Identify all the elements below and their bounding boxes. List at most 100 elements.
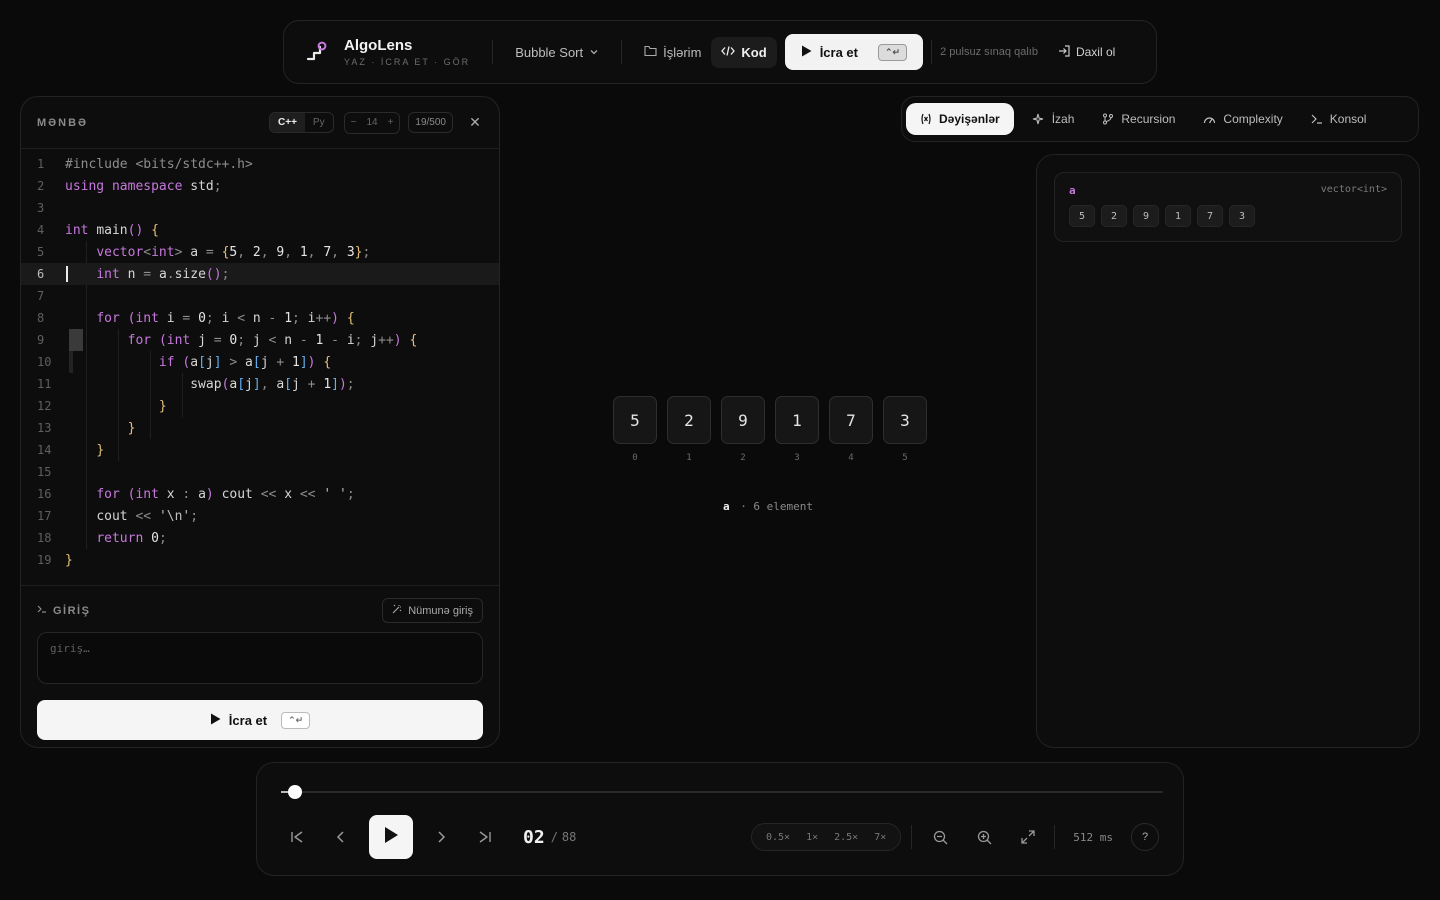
tab-label: Complexity	[1223, 112, 1283, 126]
text-cursor	[66, 266, 68, 282]
variable-card: a vector<int> 529173	[1054, 172, 1402, 242]
fullscreen-icon[interactable]	[1012, 821, 1044, 853]
array-cell: 21	[665, 396, 713, 463]
code-line[interactable]: 8 for (int i = 0; i < n - 1; i++) {	[21, 307, 499, 329]
array-cell: 74	[827, 396, 875, 463]
code-line[interactable]: 2 using namespace std;	[21, 175, 499, 197]
top-bar: AlgoLens YAZ · İCRA ET · GÖR Bubble Sort…	[283, 20, 1157, 84]
divider	[931, 40, 933, 64]
code-line[interactable]: 12 }	[21, 395, 499, 417]
help-button[interactable]: ?	[1131, 823, 1159, 851]
my-works-button[interactable]: İşlərim	[634, 37, 711, 68]
code-text: cout << '\n';	[96, 508, 199, 524]
gauge-icon	[1203, 113, 1216, 125]
zoom-out-icon[interactable]	[924, 821, 956, 853]
code-text: for (int x : a) cout << x << ' ';	[96, 486, 355, 502]
code-line[interactable]: 4 int main() {	[21, 219, 499, 241]
line-number: 19	[37, 553, 52, 567]
code-text: for (int i = 0; i < n - 1; i++) {	[96, 310, 355, 326]
terminal-icon	[1311, 113, 1323, 125]
play-icon	[383, 826, 399, 849]
line-number: 16	[37, 487, 52, 501]
tab-explain[interactable]: İzah	[1018, 103, 1089, 135]
code-line[interactable]: 16 for (int x : a) cout << x << ' ';	[21, 483, 499, 505]
code-line[interactable]: 11 swap(a[j], a[j + 1]);	[21, 373, 499, 395]
algorithm-select-label: Bubble Sort	[515, 44, 584, 60]
line-number: 1	[37, 157, 45, 171]
tab-variables[interactable]: Dəyişənlər	[906, 103, 1014, 135]
sample-input-button[interactable]: Nümunə giriş	[382, 598, 483, 623]
minus-icon[interactable]: −	[351, 117, 357, 128]
timeline-slider[interactable]	[281, 785, 1163, 799]
code-line[interactable]: 18 return 0;	[21, 527, 499, 549]
code-line[interactable]: 19}	[21, 549, 499, 571]
speed-option[interactable]: 1×	[798, 832, 826, 843]
run-button[interactable]: İcra et ⌃↵	[784, 34, 924, 70]
code-text: int main() {	[65, 222, 159, 238]
font-size-value: 14	[366, 117, 378, 128]
code-line[interactable]: 7	[21, 285, 499, 307]
speed-option[interactable]: 0.5×	[758, 832, 798, 843]
code-line[interactable]: 13 }	[21, 417, 499, 439]
array-visualization: 502192137435	[611, 396, 929, 463]
speed-option[interactable]: 7×	[866, 832, 894, 843]
run-large-label: İcra et	[228, 712, 268, 728]
line-number: 9	[37, 333, 45, 347]
array-cell: 50	[611, 396, 659, 463]
plus-icon[interactable]: +	[388, 117, 394, 128]
input-title-label: GİRİŞ	[53, 604, 91, 617]
speed-option[interactable]: 2.5×	[826, 832, 866, 843]
array-cell-index: 0	[632, 453, 638, 463]
code-area[interactable]: 1 #include <bits/stdc++.h> 2 using namespac…	[21, 153, 499, 585]
source-editor-panel: MƏNBƏ C++ Py − 14 + 19/500 ✕ 1 #include <…	[20, 96, 500, 748]
code-line[interactable]: 3	[21, 197, 499, 219]
array-cell-index: 1	[686, 453, 692, 463]
terminal-icon	[37, 604, 47, 617]
code-line[interactable]: 14 }	[21, 439, 499, 461]
login-button[interactable]: Daxil ol	[1058, 44, 1115, 60]
skip-end-icon[interactable]	[469, 821, 501, 853]
step-forward-icon[interactable]	[425, 821, 457, 853]
run-button-large[interactable]: İcra et ⌃↵	[37, 700, 483, 740]
code-line[interactable]: 6 int n = a.size();	[21, 263, 499, 285]
close-icon[interactable]: ✕	[467, 114, 483, 131]
algorithm-select[interactable]: Bubble Sort	[505, 37, 609, 68]
play-button[interactable]	[369, 815, 413, 859]
folder-icon	[644, 45, 657, 60]
divider	[621, 40, 623, 64]
code-line[interactable]: 15	[21, 461, 499, 483]
code-text: for (int j = 0; j < n - 1 - i; j++) {	[127, 332, 418, 348]
variable-name: a	[1069, 184, 1076, 197]
array-cell-index: 3	[794, 453, 800, 463]
array-cell-value: 2	[667, 396, 711, 444]
tab-recursion[interactable]: Recursion	[1088, 103, 1189, 135]
code-text: }	[65, 552, 73, 568]
line-number: 6	[37, 267, 45, 281]
array-cell-index: 5	[902, 453, 908, 463]
code-tab-label: Kod	[741, 44, 767, 60]
code-tab[interactable]: Kod	[711, 36, 777, 68]
line-number: 7	[37, 289, 45, 303]
line-number: 15	[37, 465, 52, 479]
zoom-in-icon[interactable]	[968, 821, 1000, 853]
trial-counter: 2 pulsuz sınaq qalıb	[940, 46, 1038, 58]
code-line[interactable]: 5 vector<int> a = {5, 2, 9, 1, 7, 3};	[21, 241, 499, 263]
lang-python-button[interactable]: Py	[305, 113, 333, 132]
step-delay: 512 ms	[1073, 830, 1113, 844]
code-line[interactable]: 9 for (int j = 0; j < n - 1 - i; j++) {	[21, 329, 499, 351]
brand-tagline: YAZ · İCRA ET · GÖR	[344, 57, 471, 67]
lang-cpp-button[interactable]: C++	[270, 113, 305, 132]
code-line[interactable]: 17 cout << '\n';	[21, 505, 499, 527]
font-size-control: − 14 +	[343, 111, 401, 134]
code-text: }	[96, 442, 105, 458]
step-back-icon[interactable]	[325, 821, 357, 853]
code-line[interactable]: 1 #include <bits/stdc++.h>	[21, 153, 499, 175]
skip-start-icon[interactable]	[281, 821, 313, 853]
my-works-label: İşlərim	[663, 44, 702, 60]
tab-console[interactable]: Konsol	[1297, 103, 1381, 135]
timeline-thumb[interactable]	[287, 785, 302, 799]
line-number: 3	[37, 201, 45, 215]
code-line[interactable]: 10 if (a[j] > a[j + 1]) {	[21, 351, 499, 373]
stdin-input[interactable]: giriş…	[37, 632, 483, 684]
tab-complexity[interactable]: Complexity	[1189, 103, 1296, 135]
